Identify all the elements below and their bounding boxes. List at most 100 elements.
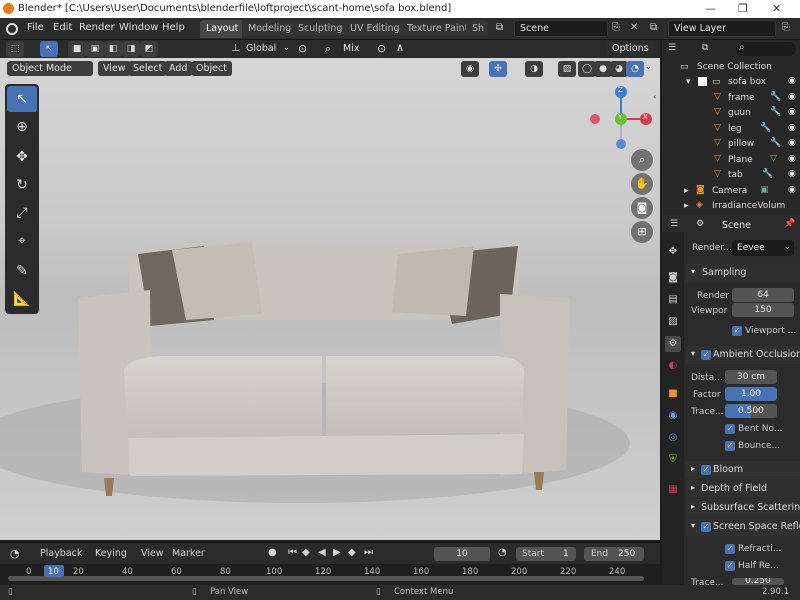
outliner-display-icon[interactable]: ⧉ [702,43,708,53]
outliner-row-pillow[interactable]: ▽ pillow 🔧 ◉ [662,138,800,154]
physics-properties-icon[interactable]: ◎ [665,430,681,446]
measure-tool-icon[interactable]: 📐 [7,286,37,312]
half-res-checkbox[interactable]: ✓ [725,561,735,571]
output-properties-icon[interactable]: ▤ [665,292,681,308]
rotate-tool-icon[interactable]: ↻ [7,172,37,198]
menu-window[interactable]: Window [119,22,158,33]
ao-factor-field[interactable]: 1.00 [725,387,777,401]
xray-toggle-icon[interactable]: ▨ [558,61,576,77]
keying-menu[interactable]: Keying [95,548,127,559]
view-layer-new-icon[interactable]: ⎘ [782,22,790,33]
checkbox-icon[interactable] [698,77,707,86]
snap-icon[interactable]: ⌕ [325,42,331,56]
tab-sculpting[interactable]: Sculpting [292,20,349,38]
play-reverse-icon[interactable]: ◀ [318,547,326,558]
scene-browse-icon[interactable]: ⧉ [496,22,503,33]
menu-file[interactable]: File [27,22,44,33]
view-menu[interactable]: View [141,548,164,559]
eye-icon[interactable]: ◉ [788,154,796,164]
proportional-mix-dropdown[interactable]: Mix [343,43,359,54]
subsurface-panel-header[interactable]: ▸ Subsurface Scattering [686,499,800,517]
transform-tool-icon[interactable]: ⌖ [7,228,37,254]
select-new-icon[interactable]: ■ [68,41,86,57]
menu-add[interactable]: Add [164,61,193,76]
pan-hand-icon[interactable]: ✋ [631,173,653,195]
select-extend-icon[interactable]: ▣ [86,41,104,57]
outliner-editor-icon[interactable]: ☰ [668,43,676,53]
move-tool-icon[interactable]: ✥ [7,144,37,170]
tab-layout[interactable]: Layout [200,20,245,38]
menu-render[interactable]: Render [79,22,115,33]
render-properties-icon[interactable]: ◙ [665,270,681,286]
material-properties-icon[interactable]: ▦ [665,482,681,498]
outliner-row-scene-collection[interactable]: ▭ Scene Collection [662,61,800,77]
view-layer-properties-icon[interactable]: ▨ [665,314,681,330]
properties-editor-icon[interactable]: ☰ [670,219,678,229]
scene-name-field[interactable]: Scene [514,20,608,37]
outliner-row-tab[interactable]: ▽ tab 🔧 ◉ [662,169,800,185]
expand-icon[interactable]: ▾ [686,77,691,87]
playback-menu[interactable]: Playback [40,548,82,559]
render-samples-field[interactable]: 64 [732,288,794,302]
bounce-checkbox[interactable]: ✓ [725,441,735,451]
shading-options-icon[interactable]: ⌄ [645,62,652,71]
view-layer-field[interactable]: View Layer [668,20,776,37]
editor-type-icon[interactable]: ⬚ [6,41,24,57]
visibility-icon[interactable]: ◉ [461,61,479,77]
menu-view[interactable]: View [98,61,131,76]
eye-icon[interactable]: ◉ [788,185,796,195]
eye-icon[interactable]: ◉ [788,169,796,179]
eye-icon[interactable]: ◉ [788,92,796,102]
select-box-tool-icon[interactable]: ↖ [7,86,37,112]
tab-uv-editing[interactable]: UV Editing [344,20,406,38]
jump-end-icon[interactable]: ⏭ [364,547,373,558]
view-layer-browse-icon[interactable]: ⧉ [650,22,657,33]
outliner-row-sofa-box[interactable]: ▾ ▭ sofa box ◉ [662,76,800,92]
outliner-row-guun[interactable]: ▽ guun 🔧 ◉ [662,107,800,123]
sampling-panel-header[interactable]: ▾ Sampling [686,264,800,282]
trace-cutoff-field[interactable]: 0.250 [732,578,784,585]
eye-icon[interactable]: ◉ [788,76,796,86]
expand-icon[interactable]: ▸ [684,201,689,211]
refraction-checkbox[interactable]: ✓ [725,544,735,554]
eye-icon[interactable]: ◉ [788,107,796,117]
world-properties-icon[interactable]: ◐ [665,358,681,374]
select-invert-icon[interactable]: ◨ [122,41,140,57]
menu-edit[interactable]: Edit [53,22,72,33]
outliner-search-field[interactable] [736,42,796,56]
menu-help[interactable]: Help [162,22,185,33]
pivot-icon[interactable]: ⊙ [298,42,307,55]
select-mode-icon[interactable]: ↖ [40,41,58,57]
viewport-denoise-checkbox[interactable]: ✓ [732,326,742,336]
close-button[interactable]: ✕ [772,2,781,15]
falloff-icon[interactable]: ∧ [396,41,404,54]
proportional-edit-icon[interactable]: ⊙ [377,42,386,55]
scale-tool-icon[interactable]: ⤢ [7,200,37,226]
menu-object[interactable]: Object [191,61,232,76]
preview-range-icon[interactable]: ◔ [498,547,507,558]
expand-icon[interactable]: ▸ [684,186,689,196]
tab-shading[interactable]: Sh [466,20,488,38]
options-dropdown[interactable]: Options [607,41,654,56]
marker-menu[interactable]: Marker [172,548,205,559]
ssr-checkbox[interactable]: ✓ [701,522,711,532]
tool-settings-icon[interactable]: ✥ [665,244,681,260]
rendered-shading-icon[interactable]: ◔ [626,61,644,77]
ambient-occlusion-panel-header[interactable]: ▾ ✓ Ambient Occlusion [686,346,800,364]
eye-icon[interactable]: ◉ [788,138,796,148]
outliner-row-irradiance-volume[interactable]: ▸ ◈ IrradianceVolum [662,200,800,216]
jump-keyframe-back-icon[interactable]: ◆ [302,547,310,558]
outliner-row-leg[interactable]: ▽ leg 🔧 ◉ [662,123,800,139]
ssr-panel-header[interactable]: ▾ ✓ Screen Space Refle [686,518,800,536]
mode-dropdown[interactable]: Object Mode [7,61,93,76]
jump-keyframe-forward-icon[interactable]: ◆ [348,547,356,558]
modifier-properties-icon[interactable]: ◉ [665,408,681,424]
scene-remove-icon[interactable]: ✕ [630,22,638,33]
outliner-row-frame[interactable]: ▽ frame 🔧 ◉ [662,92,800,108]
blender-menu-icon[interactable] [6,23,18,35]
constraints-properties-icon[interactable]: ⛨ [665,452,681,468]
minimize-button[interactable]: — [705,2,716,15]
tab-modeling[interactable]: Modeling [242,20,298,38]
play-icon[interactable]: ▶ [333,547,341,558]
sidebar-toggle-icon[interactable]: ‹ [653,92,656,101]
